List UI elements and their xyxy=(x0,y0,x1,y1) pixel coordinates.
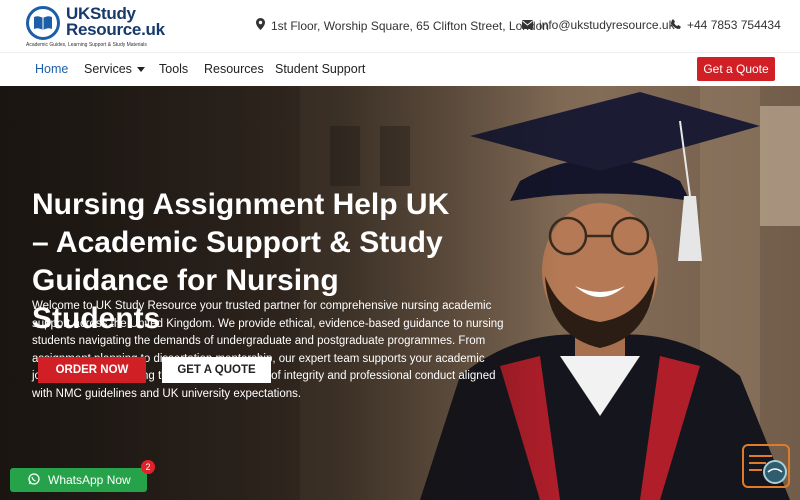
nav-item-student-support[interactable]: Student Support xyxy=(275,62,365,76)
hero-get-quote-button[interactable]: GET A QUOTE xyxy=(162,357,271,383)
nav-item-resources[interactable]: Resources xyxy=(204,62,264,76)
chevron-down-icon xyxy=(136,67,145,73)
map-pin-icon xyxy=(256,18,265,33)
nav-item-tools[interactable]: Tools xyxy=(159,62,188,76)
top-bar: UKStudy Resource.uk Academic Guides, Lea… xyxy=(0,0,800,52)
address-text: 1st Floor, Worship Square, 65 Clifton St… xyxy=(271,18,549,33)
envelope-icon xyxy=(522,18,533,32)
phone-info[interactable]: +44 7853 754434 xyxy=(671,18,781,32)
order-now-button[interactable]: ORDER NOW xyxy=(38,357,146,383)
book-icon xyxy=(26,6,60,40)
email-info[interactable]: info@ukstudyresource.uk xyxy=(522,18,675,32)
email-text: info@ukstudyresource.uk xyxy=(539,18,675,32)
notification-badge: 2 xyxy=(141,460,155,474)
logo-text-line2: Resource.uk xyxy=(66,20,165,39)
chat-widget-icon[interactable] xyxy=(742,444,790,488)
logo-tagline: Academic Guides, Learning Support & Stud… xyxy=(26,42,147,48)
nav-item-services-label: Services xyxy=(84,62,132,76)
get-quote-button[interactable]: Get a Quote xyxy=(697,57,775,81)
site-logo[interactable]: UKStudy Resource.uk Academic Guides, Lea… xyxy=(26,4,176,50)
whatsapp-icon xyxy=(28,472,40,488)
whatsapp-label: WhatsApp Now xyxy=(48,473,131,487)
nav-item-services[interactable]: Services xyxy=(84,62,145,76)
nav-item-home[interactable]: Home xyxy=(35,62,68,76)
address-info: 1st Floor, Worship Square, 65 Clifton St… xyxy=(256,18,549,33)
hero-description: Welcome to UK Study Resource your truste… xyxy=(32,300,504,400)
main-nav: Home Services Tools Resources Student Su… xyxy=(0,52,800,86)
whatsapp-button[interactable]: WhatsApp Now xyxy=(10,468,147,492)
phone-text: +44 7853 754434 xyxy=(687,18,781,32)
phone-icon xyxy=(671,18,681,32)
hero-section: Nursing Assignment Help UK – Academic Su… xyxy=(0,86,800,500)
